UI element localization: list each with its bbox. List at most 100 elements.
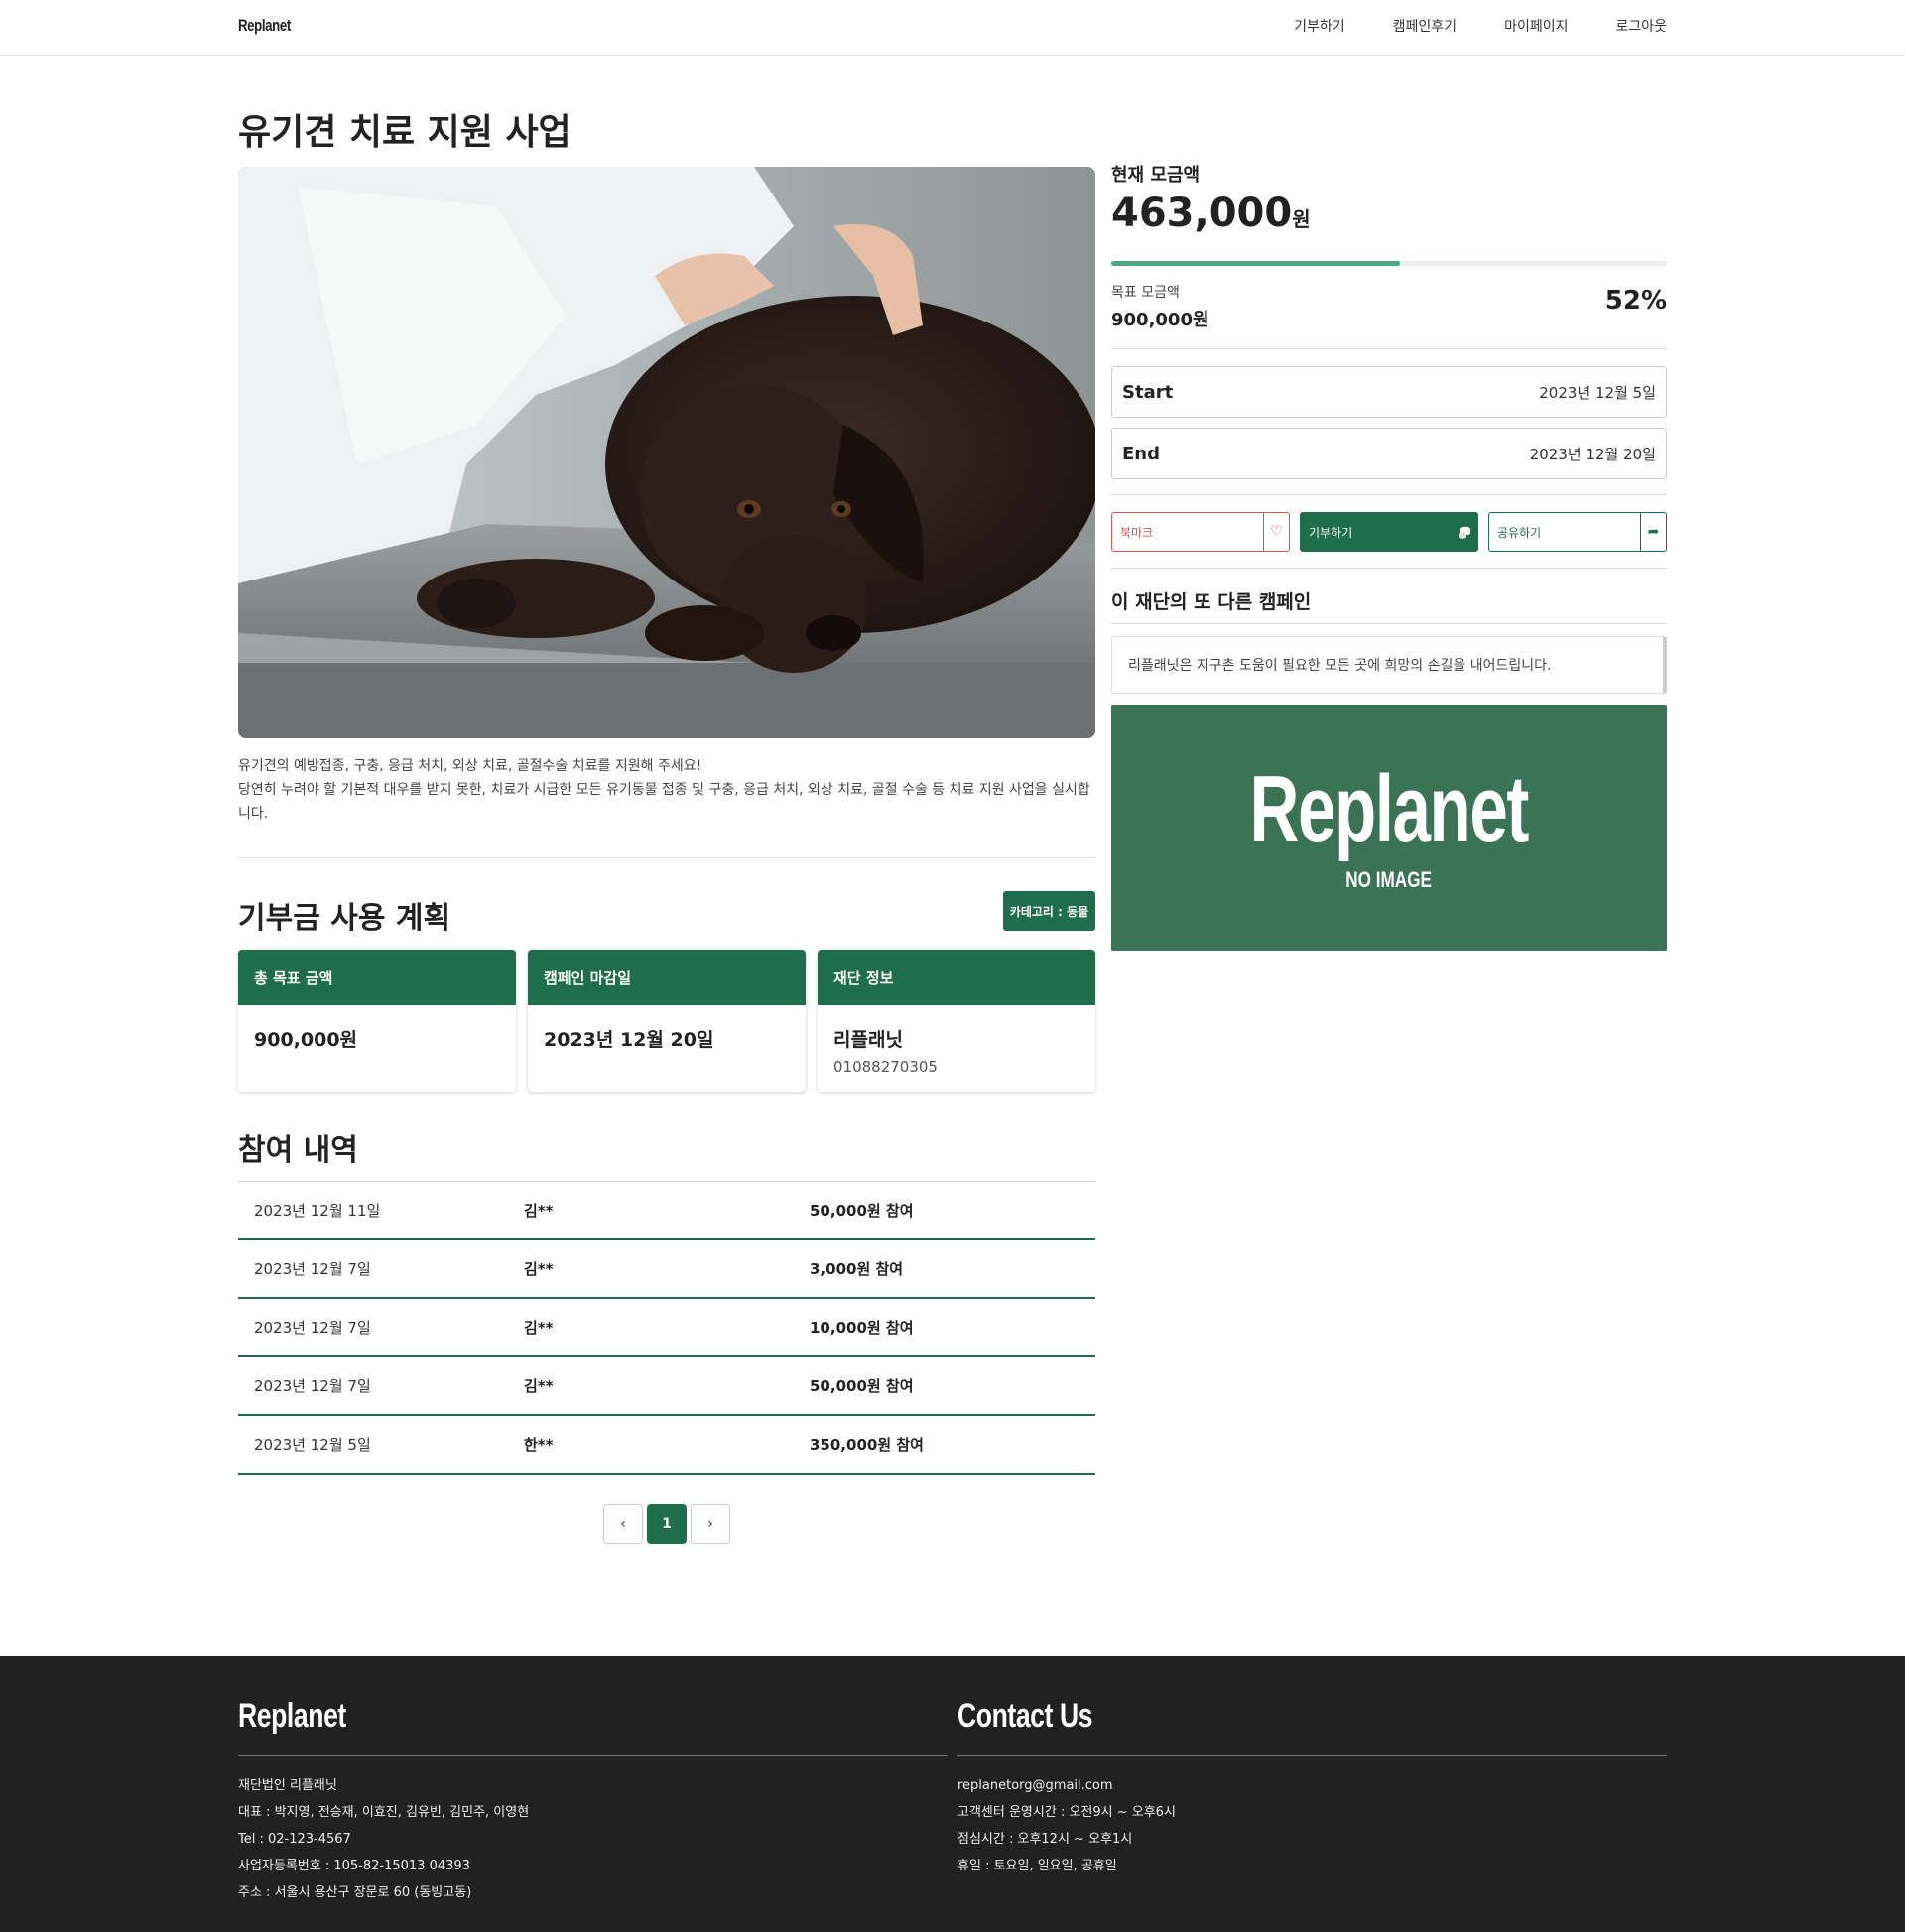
- footer-line: 고객센터 운영시간 : 오전9시 ~ 오후6시: [957, 1805, 1176, 1820]
- current-amount-label: 현재 모금액: [1111, 165, 1201, 186]
- share-label: 공유하기: [1497, 525, 1542, 540]
- nav-mypage[interactable]: 마이페이지: [1504, 16, 1568, 36]
- divider: [1111, 494, 1667, 495]
- current-amount-value: 463,000: [1111, 191, 1293, 236]
- row-name: 김**: [524, 1319, 554, 1337]
- table-row: 2023년 12월 7일 김** 3,000원 참여: [238, 1240, 1095, 1299]
- divider: [238, 857, 1095, 858]
- row-date: 2023년 12월 7일: [254, 1377, 371, 1395]
- row-name: 한**: [524, 1436, 554, 1454]
- divider: [1111, 568, 1667, 569]
- row-name: 김**: [524, 1377, 554, 1395]
- table-row: 2023년 12월 5일 한** 350,000원 참여: [238, 1416, 1095, 1475]
- description-line-2: 당연히 누려야 할 기본적 대우를 받지 못한, 치료가 시급한 모든 유기동물…: [238, 782, 1090, 822]
- table-row: 2023년 12월 7일 김** 50,000원 참여: [238, 1357, 1095, 1416]
- footer-line: 재단법인 리플래닛: [238, 1778, 337, 1793]
- brand-logo[interactable]: Replanet: [238, 16, 291, 36]
- start-label: Start: [1122, 381, 1174, 403]
- coins-icon: [1452, 513, 1477, 551]
- divider: [1111, 623, 1667, 624]
- current-amount: 463,000원: [1111, 191, 1667, 236]
- foundation-phone: 01088270305: [833, 1058, 938, 1076]
- foundation-card: 재단 정보 리플래닛 01088270305: [818, 950, 1095, 1092]
- bookmark-button[interactable]: 북마크 ♡: [1111, 512, 1290, 552]
- deadline-card: 캠페인 마감일 2023년 12월 20일: [528, 950, 806, 1092]
- footer-line: 주소 : 서울시 용산구 장문로 60 (동빙고동): [238, 1885, 472, 1900]
- footer: Replanet 재단법인 리플래닛 대표 : 박지영, 전승재, 이효진, 김…: [0, 1656, 1905, 1932]
- nav-campaign-reviews[interactable]: 캠페인후기: [1393, 16, 1457, 36]
- prev-page-button[interactable]: ‹: [603, 1504, 643, 1544]
- chevron-left-icon: ‹: [620, 1516, 626, 1532]
- row-name: 김**: [524, 1260, 554, 1278]
- share-button[interactable]: 공유하기 ➦: [1488, 512, 1667, 552]
- row-amount: 3,000원 참여: [810, 1260, 904, 1278]
- funding-progress-bar: [1111, 261, 1667, 266]
- other-campaign-placeholder-image[interactable]: Replanet NO IMAGE: [1111, 705, 1667, 951]
- end-date: 2023년 12월 20일: [1529, 445, 1656, 463]
- progress-percent: 52%: [1604, 286, 1667, 316]
- heart-icon: ♡: [1263, 513, 1289, 551]
- card-header: 총 목표 금액: [238, 950, 516, 1005]
- history-section-title: 참여 내역: [238, 1133, 358, 1168]
- campaign-description: 유기견의 예방접종, 구충, 응급 처치, 외상 치료, 골절수술 치료를 지원…: [238, 754, 1095, 826]
- card-header: 캠페인 마감일: [528, 950, 806, 1005]
- card-value: 900,000원: [254, 1029, 358, 1051]
- goal-card: 총 목표 금액 900,000원: [238, 950, 516, 1092]
- donate-button[interactable]: 기부하기: [1300, 512, 1478, 552]
- divider: [1111, 348, 1667, 349]
- footer-line: 휴일 : 토요일, 일요일, 공휴일: [957, 1859, 1117, 1873]
- end-label: End: [1122, 443, 1160, 464]
- row-name: 김**: [524, 1202, 554, 1220]
- campaign-image: [238, 167, 1095, 738]
- page-1-button[interactable]: 1: [647, 1504, 687, 1544]
- row-date: 2023년 12월 5일: [254, 1436, 371, 1454]
- start-date: 2023년 12월 5일: [1539, 383, 1656, 402]
- footer-email[interactable]: replanetorg@gmail.com: [957, 1772, 1667, 1799]
- description-line-1: 유기견의 예방접종, 구충, 응급 처치, 외상 치료, 골절수술 치료를 지원…: [238, 758, 702, 774]
- footer-line: 사업자등록번호 : 105-82-15013 04393: [238, 1859, 470, 1873]
- footer-line: Tel : 02-123-4567: [238, 1832, 351, 1847]
- footer-contact: Contact Us replanetorg@gmail.com 고객센터 운영…: [957, 1696, 1667, 1879]
- participation-table: 2023년 12월 11일 김** 50,000원 참여 2023년 12월 7…: [238, 1181, 1095, 1475]
- table-row: 2023년 12월 11일 김** 50,000원 참여: [238, 1182, 1095, 1240]
- row-date: 2023년 12월 7일: [254, 1260, 371, 1278]
- start-date-box: Start 2023년 12월 5일: [1111, 366, 1667, 418]
- other-campaigns-title: 이 재단의 또 다른 캠페인: [1111, 591, 1312, 613]
- nav-logout[interactable]: 로그아웃: [1615, 16, 1667, 36]
- category-badge: 카테고리 : 동물: [1003, 891, 1095, 931]
- no-image-label: NO IMAGE: [1345, 867, 1433, 892]
- other-campaign-message: 리플래닛은 지구촌 도움이 필요한 모든 곳에 희망의 손길을 내어드립니다.: [1111, 636, 1667, 694]
- row-date: 2023년 12월 11일: [254, 1202, 381, 1220]
- table-row: 2023년 12월 7일 김** 10,000원 참여: [238, 1299, 1095, 1357]
- dog-on-vet-table-illustration: [238, 167, 1095, 738]
- footer-contact-title: Contact Us: [957, 1697, 1093, 1735]
- placeholder-logo: Replanet: [1249, 756, 1530, 862]
- footer-line: 점심시간 : 오후12시 ~ 오후1시: [957, 1832, 1133, 1847]
- donate-label: 기부하기: [1309, 525, 1353, 540]
- top-navbar: Replanet 기부하기 캠페인후기 마이페이지 로그아웃: [0, 0, 1905, 56]
- row-amount: 10,000원 참여: [810, 1319, 914, 1337]
- nav-donate[interactable]: 기부하기: [1294, 16, 1345, 36]
- card-value: 리플래닛: [833, 1029, 903, 1051]
- next-page-button[interactable]: ›: [691, 1504, 730, 1544]
- bookmark-label: 북마크: [1120, 525, 1154, 540]
- currency-unit: 원: [1292, 207, 1311, 231]
- progress-fill: [1111, 261, 1401, 266]
- chevron-right-icon: ›: [707, 1516, 713, 1532]
- plan-section-title: 기부금 사용 계획: [238, 901, 451, 936]
- row-amount: 350,000원 참여: [810, 1436, 924, 1454]
- row-amount: 50,000원 참여: [810, 1377, 914, 1395]
- footer-company-info: Replanet 재단법인 리플래닛 대표 : 박지영, 전승재, 이효진, 김…: [238, 1696, 948, 1906]
- row-amount: 50,000원 참여: [810, 1202, 914, 1220]
- pagination: ‹ 1 ›: [603, 1504, 730, 1544]
- footer-brand: Replanet: [238, 1697, 346, 1735]
- main-nav: 기부하기 캠페인후기 마이페이지 로그아웃: [1294, 16, 1667, 36]
- action-buttons: 북마크 ♡ 기부하기 공유하기 ➦: [1111, 512, 1667, 552]
- campaign-title: 유기견 치료 지원 사업: [238, 112, 572, 153]
- end-date-box: End 2023년 12월 20일: [1111, 428, 1667, 479]
- card-value: 2023년 12월 20일: [544, 1029, 714, 1051]
- card-header: 재단 정보: [818, 950, 1095, 1005]
- row-date: 2023년 12월 7일: [254, 1319, 371, 1337]
- share-arrow-icon: ➦: [1640, 513, 1666, 551]
- divider: [238, 1755, 948, 1756]
